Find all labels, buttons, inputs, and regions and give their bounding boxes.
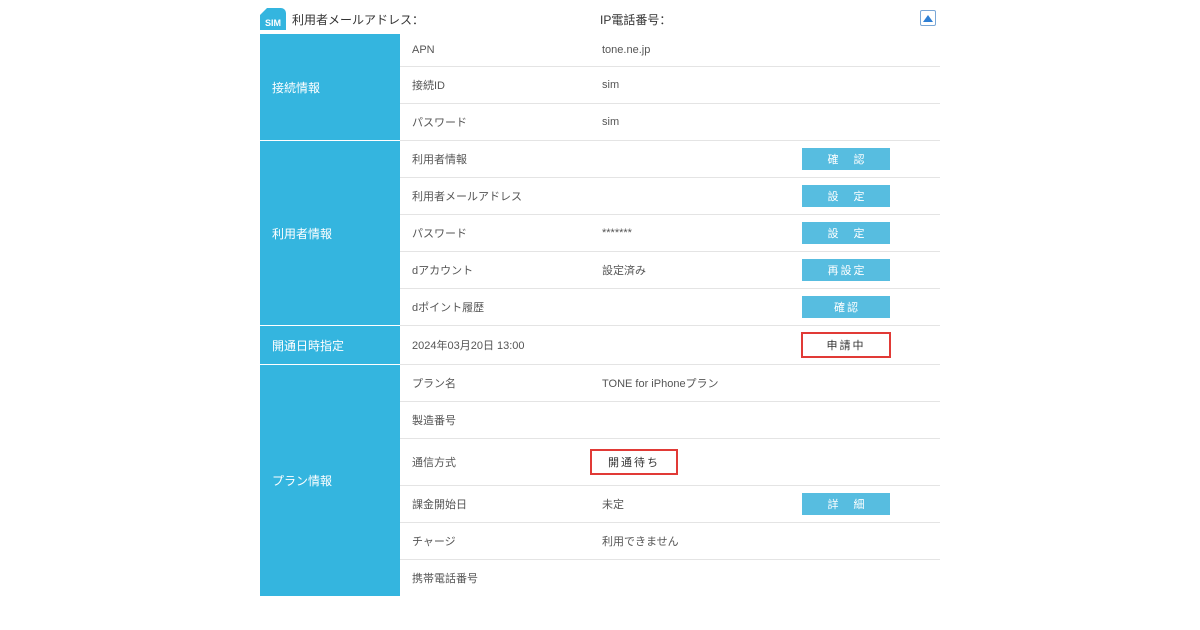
serial-label: 製造番号 [400, 402, 590, 439]
user-pw-label: パスワード [400, 215, 590, 252]
apn-label: APN [400, 34, 590, 67]
daccount-reset-button[interactable]: 再設定 [802, 259, 890, 281]
user-pw-value: ******* [590, 215, 770, 252]
mobile-phone-label: 携帯電話番号 [400, 560, 590, 597]
chevron-up-icon [923, 15, 933, 22]
user-email-set-button[interactable]: 設 定 [802, 185, 890, 207]
dpoint-confirm-button[interactable]: 確認 [802, 296, 890, 318]
user-info-value [590, 141, 770, 178]
user-email-label: 利用者メールアドレス： [292, 11, 424, 28]
apn-value: tone.ne.jp [590, 34, 940, 67]
dpoint-value [590, 289, 770, 326]
conn-id-value: sim [590, 67, 940, 104]
sim-icon: SIM [260, 8, 286, 30]
header-bar: SIM 利用者メールアドレス： IP電話番号： [260, 4, 940, 34]
section-user: 利用者情報 [260, 141, 400, 326]
opening-status: 申請中 [801, 332, 891, 358]
billing-start-value: 未定 [590, 486, 770, 523]
billing-detail-button[interactable]: 詳 細 [802, 493, 890, 515]
conn-pw-label: パスワード [400, 104, 590, 141]
collapse-toggle[interactable] [920, 10, 936, 26]
user-email-value [590, 178, 770, 215]
billing-start-label: 課金開始日 [400, 486, 590, 523]
details-table: 接続情報 APN tone.ne.jp 接続ID sim パスワード sim 利… [260, 34, 940, 596]
user-email-row-label: 利用者メールアドレス [400, 178, 590, 215]
user-info-label: 利用者情報 [400, 141, 590, 178]
plan-name-value: TONE for iPhoneプラン [590, 365, 940, 402]
daccount-value: 設定済み [590, 252, 770, 289]
charge-value: 利用できません [590, 523, 940, 560]
mobile-phone-value [590, 560, 940, 597]
user-pw-set-button[interactable]: 設 定 [802, 222, 890, 244]
conn-id-label: 接続ID [400, 67, 590, 104]
daccount-label: dアカウント [400, 252, 590, 289]
section-opening: 開通日時指定 [260, 326, 400, 365]
section-plan: プラン情報 [260, 365, 400, 597]
serial-value [590, 402, 940, 439]
comm-type-label: 通信方式 [400, 439, 590, 486]
ip-phone-label: IP電話番号： [600, 11, 671, 28]
comm-status: 開通待ち [590, 449, 678, 475]
dpoint-label: dポイント履歴 [400, 289, 590, 326]
opening-datetime: 2024年03月20日 13:00 [400, 326, 770, 365]
comm-type-value: 開通待ち [590, 439, 940, 486]
charge-label: チャージ [400, 523, 590, 560]
user-info-confirm-button[interactable]: 確 認 [802, 148, 890, 170]
section-connection: 接続情報 [260, 34, 400, 141]
conn-pw-value: sim [590, 104, 940, 141]
plan-name-label: プラン名 [400, 365, 590, 402]
